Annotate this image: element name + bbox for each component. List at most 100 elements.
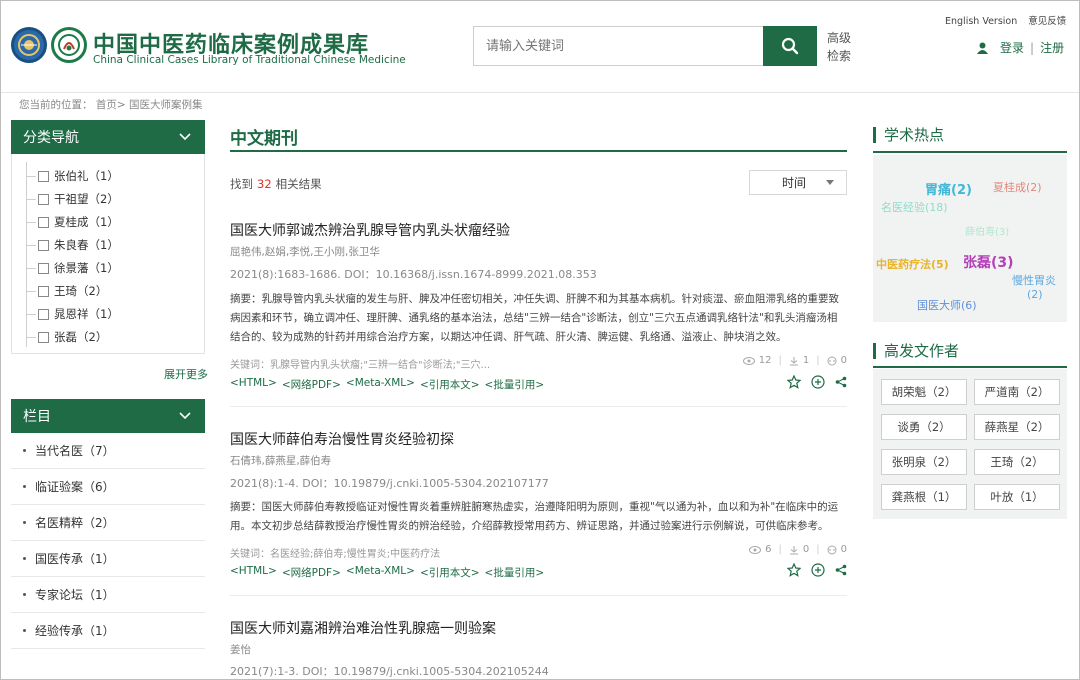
pdf-link[interactable]: <网络PDF>: [282, 377, 341, 392]
category-nav-header[interactable]: 分类导航: [11, 120, 205, 154]
hot-topic-word[interactable]: 胃痛(2): [925, 179, 972, 198]
login-separator: |: [1030, 40, 1035, 55]
sort-dropdown[interactable]: 时间: [749, 170, 847, 195]
tcm-emblem-icon: [51, 27, 87, 63]
html-link[interactable]: <HTML>: [230, 565, 277, 580]
category-item[interactable]: 张伯礼（1）: [26, 165, 119, 187]
article-title[interactable]: 国医大师刘嘉湘辨治难治性乳腺癌一则验案: [230, 618, 847, 638]
article-keywords: 关键词：名医经验;薛伯寿;慢性胃炎;中医药疗法: [230, 549, 441, 560]
article-title[interactable]: 国医大师郭诚杰辨治乳腺导管内乳头状瘤经验: [230, 220, 847, 240]
category-checkbox[interactable]: [38, 170, 49, 182]
cite-link[interactable]: <引用本文>: [420, 377, 480, 392]
category-checkbox[interactable]: [38, 331, 49, 343]
login-link[interactable]: 登录: [1000, 39, 1024, 56]
author-chip[interactable]: 薛燕星（2）: [974, 414, 1060, 440]
author-chip[interactable]: 严道南（2）: [974, 379, 1060, 405]
author-chip[interactable]: 谈勇（2）: [881, 414, 967, 440]
category-item[interactable]: 夏桂成（1）: [26, 211, 119, 233]
view-count: 12: [758, 355, 772, 366]
category-label: 张磊（2）: [54, 330, 108, 344]
author-chip[interactable]: 叶放（1）: [974, 484, 1060, 510]
meta-xml-link[interactable]: <Meta-XML>: [346, 377, 415, 392]
category-label: 张伯礼（1）: [54, 169, 119, 183]
search-button[interactable]: [763, 26, 817, 66]
hot-topic-word[interactable]: 慢性胃炎: [1012, 272, 1056, 288]
hot-topic-word[interactable]: 薛伯寿(3): [965, 223, 1009, 238]
download-count: 0: [802, 544, 810, 555]
category-item[interactable]: 徐景藩（1）: [26, 257, 119, 279]
category-item[interactable]: 干祖望（2）: [26, 188, 119, 210]
article-stats: 12 | 1 | 0: [742, 355, 847, 366]
cite-link[interactable]: <引用本文>: [420, 565, 480, 580]
hot-topic-word[interactable]: 名医经验(18): [881, 199, 948, 215]
share-icon[interactable]: [835, 376, 847, 388]
eye-icon: [749, 545, 762, 554]
eye-icon: [742, 356, 755, 365]
logo-emblems[interactable]: [11, 27, 87, 63]
column-item[interactable]: 临证验案（6）: [11, 469, 205, 505]
category-item[interactable]: 张磊（2）: [26, 326, 107, 348]
category-checkbox[interactable]: [38, 262, 49, 274]
column-item[interactable]: 经验传承（1）: [11, 613, 205, 649]
breadcrumb: 您当前的位置： 首页> 国医大师案例集: [19, 99, 203, 111]
search-input[interactable]: [474, 27, 763, 65]
star-icon[interactable]: [787, 563, 801, 577]
result-count-number: 32: [257, 177, 272, 191]
category-checkbox[interactable]: [38, 308, 49, 320]
cite-icon: [827, 356, 837, 365]
author-chip[interactable]: 胡荣魁（2）: [881, 379, 967, 405]
expand-more-link[interactable]: 展开更多: [164, 366, 208, 382]
category-checkbox[interactable]: [38, 285, 49, 297]
share-icon[interactable]: [835, 564, 847, 576]
category-item[interactable]: 朱良春（1）: [26, 234, 119, 256]
hot-topics-underline: [873, 151, 1067, 153]
batch-cite-link[interactable]: <批量引用>: [485, 377, 545, 392]
register-link[interactable]: 注册: [1040, 39, 1064, 56]
hot-topic-word[interactable]: 张磊(3): [963, 252, 1014, 272]
bullet-dot: [23, 629, 26, 632]
column-item[interactable]: 国医传承（1）: [11, 541, 205, 577]
title-marker: [873, 126, 876, 143]
english-version-link[interactable]: English Version: [945, 16, 1017, 27]
hot-topic-word[interactable]: 国医大师(6): [917, 297, 977, 313]
hot-topic-word[interactable]: 中医药疗法(5): [876, 256, 949, 272]
tree-tick: [26, 175, 36, 177]
category-label: 干祖望（2）: [54, 192, 119, 206]
columns-header[interactable]: 栏目: [11, 399, 205, 433]
category-checkbox[interactable]: [38, 216, 49, 228]
columns-title: 栏目: [23, 409, 51, 425]
bullet-dot: [23, 485, 26, 488]
column-item[interactable]: 名医精粹（2）: [11, 505, 205, 541]
author-chip[interactable]: 王琦（2）: [974, 449, 1060, 475]
hot-topic-word[interactable]: (2): [1027, 288, 1043, 301]
article-divider: [230, 595, 847, 596]
author-chip[interactable]: 张明泉（2）: [881, 449, 967, 475]
download-count: 1: [802, 355, 810, 366]
column-label: 当代名医（7）: [35, 444, 115, 458]
star-icon[interactable]: [787, 375, 801, 389]
add-circle-icon[interactable]: [811, 563, 825, 577]
advanced-search-link[interactable]: 高级检索: [827, 29, 853, 65]
hot-topics-cloud: 胃痛(2) 夏桂成(2) 名医经验(18) 薛伯寿(3) 中医药疗法(5) 张磊…: [873, 155, 1067, 322]
search-icon: [781, 37, 799, 55]
author-chip[interactable]: 龚燕根（1）: [881, 484, 967, 510]
association-emblem-icon: [11, 27, 47, 63]
category-checkbox[interactable]: [38, 239, 49, 251]
article-title[interactable]: 国医大师薛伯寿治慢性胃炎经验初探: [230, 429, 847, 449]
category-checkbox[interactable]: [38, 193, 49, 205]
login-area: 登录 | 注册: [977, 39, 1064, 56]
hot-topic-word[interactable]: 夏桂成(2): [993, 179, 1042, 195]
batch-cite-link[interactable]: <批量引用>: [485, 565, 545, 580]
html-link[interactable]: <HTML>: [230, 377, 277, 392]
feedback-link[interactable]: 意见反馈: [1028, 16, 1066, 27]
category-item[interactable]: 王琦（2）: [26, 280, 107, 302]
article-divider: [230, 406, 847, 407]
meta-xml-link[interactable]: <Meta-XML>: [346, 565, 415, 580]
column-item[interactable]: 当代名医（7）: [11, 433, 205, 469]
tree-tick: [26, 313, 36, 315]
result-count: 找到 32 相关结果: [230, 176, 322, 192]
column-item[interactable]: 专家论坛（1）: [11, 577, 205, 613]
category-item[interactable]: 晁恩祥（1）: [26, 303, 119, 325]
add-circle-icon[interactable]: [811, 375, 825, 389]
pdf-link[interactable]: <网络PDF>: [282, 565, 341, 580]
